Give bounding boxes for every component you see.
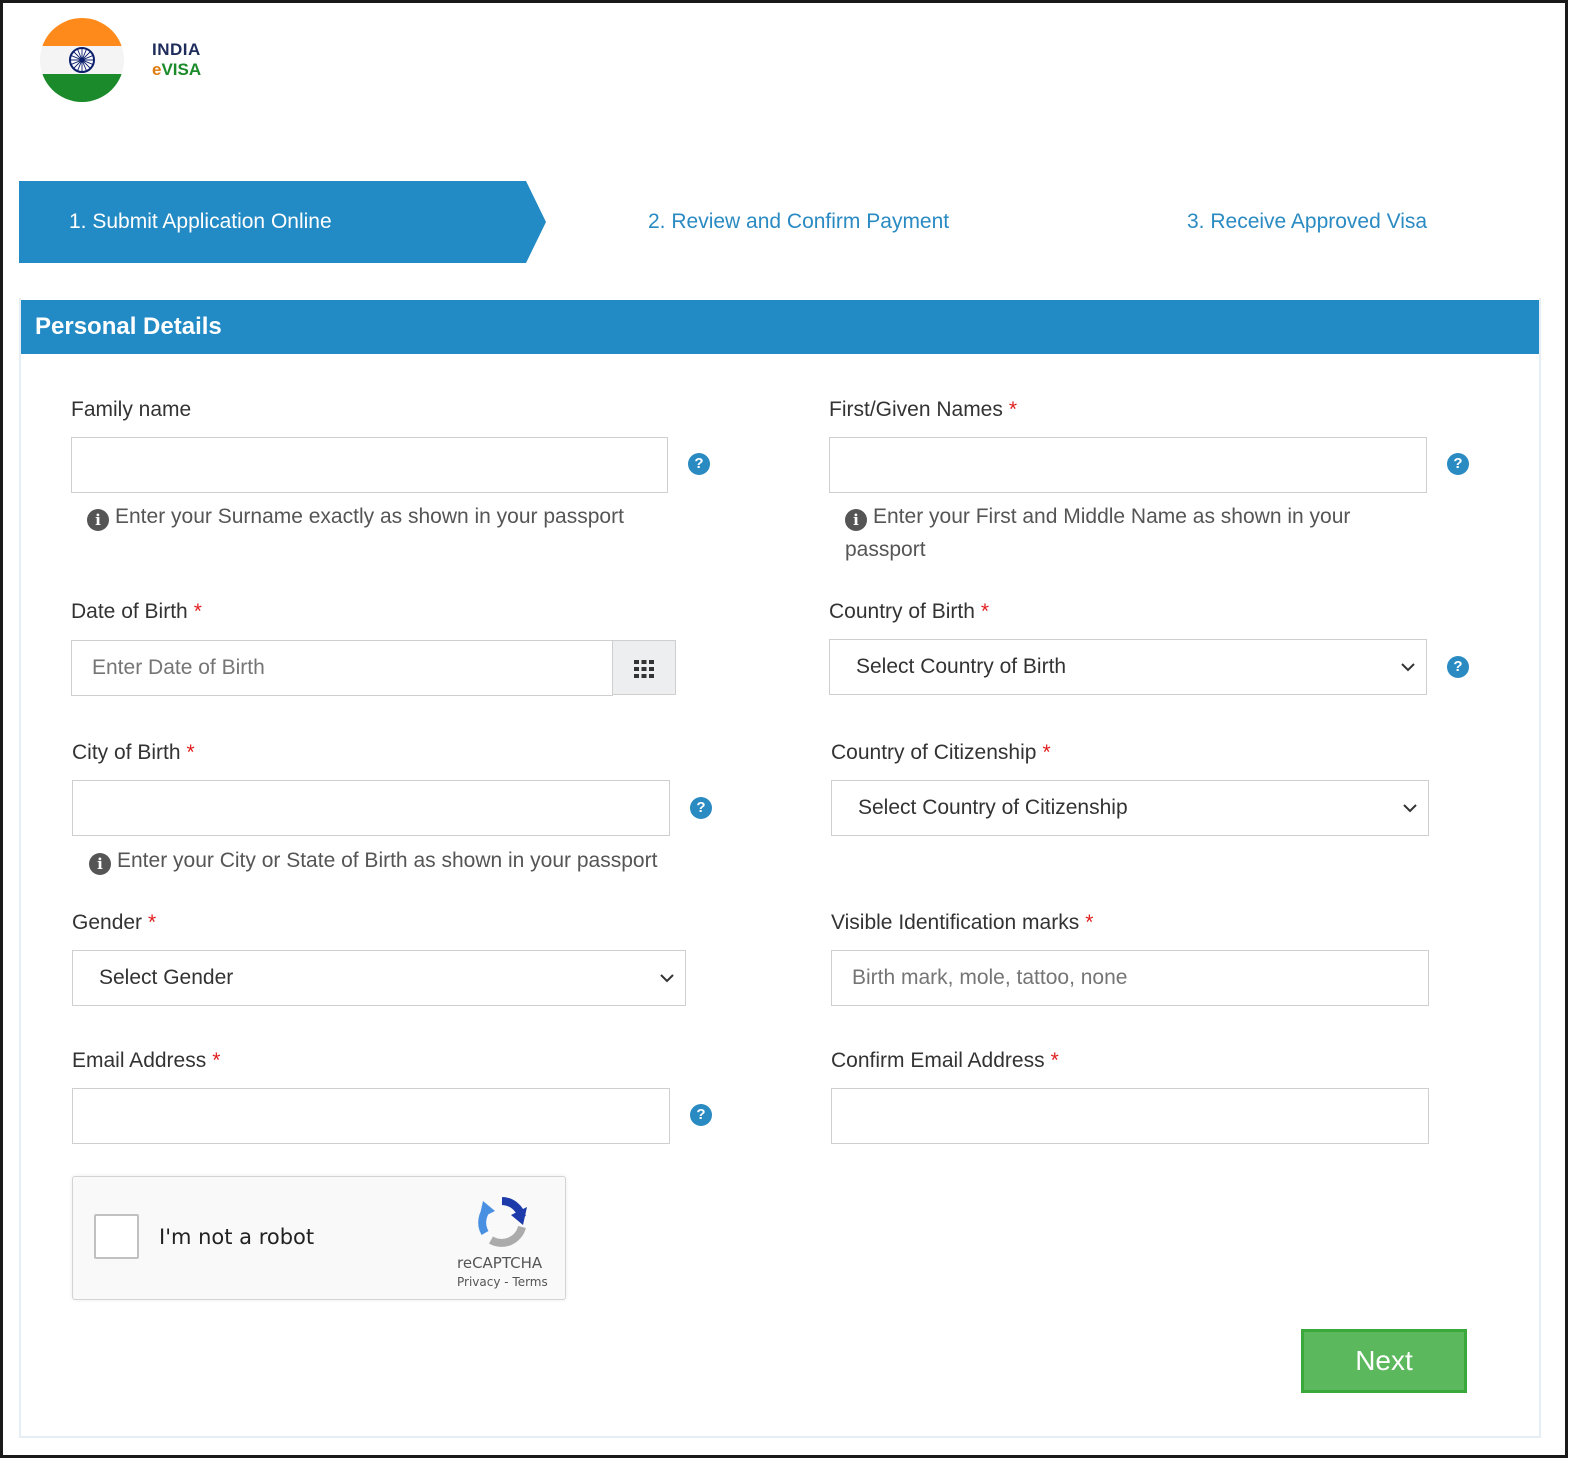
email-label: Email Address * <box>72 1049 221 1072</box>
chevron-down-icon <box>1401 663 1415 672</box>
recaptcha-brand: reCAPTCHA <box>457 1254 543 1272</box>
info-icon: i <box>87 509 109 531</box>
confirm-email-input[interactable] <box>831 1088 1429 1144</box>
confirm-email-label: Confirm Email Address * <box>831 1049 1059 1072</box>
brand-text: INDIA eVISA <box>152 40 201 80</box>
country-birth-help-icon[interactable]: ? <box>1447 656 1469 678</box>
site-logo[interactable]: INDIA eVISA <box>40 18 201 102</box>
country-birth-select[interactable]: Select Country of Birth <box>829 639 1427 695</box>
step-review-payment: 2. Review and Confirm Payment <box>648 210 950 233</box>
progress-steps: 1. Submit Application Online 2. Review a… <box>19 181 1549 263</box>
given-names-label: First/Given Names * <box>829 398 1018 421</box>
citizenship-label: Country of Citizenship * <box>831 741 1051 764</box>
dob-label: Date of Birth * <box>71 600 202 623</box>
recaptcha-icon <box>478 1197 527 1247</box>
given-names-help-icon[interactable]: ? <box>1447 453 1469 475</box>
recaptcha-label: I'm not a robot <box>159 1225 315 1249</box>
info-icon: i <box>845 509 867 531</box>
info-icon: i <box>89 853 111 875</box>
step-active-arrow <box>526 181 546 263</box>
calendar-button[interactable] <box>612 640 676 695</box>
family-name-help-icon[interactable]: ? <box>688 453 710 475</box>
given-names-input[interactable] <box>829 437 1427 493</box>
family-name-label: Family name <box>71 398 192 421</box>
recaptcha-checkbox[interactable] <box>94 1214 139 1259</box>
family-name-input[interactable] <box>71 437 668 493</box>
marks-label: Visible Identification marks * <box>831 911 1094 934</box>
city-birth-label: City of Birth * <box>72 741 195 764</box>
chevron-down-icon <box>660 974 674 983</box>
step-submit-application: 1. Submit Application Online <box>19 181 526 263</box>
gender-select[interactable]: Select Gender <box>72 950 686 1006</box>
dob-input[interactable] <box>71 640 613 696</box>
calendar-grid-icon <box>634 660 654 678</box>
country-birth-label: Country of Birth * <box>829 600 990 623</box>
email-help-icon[interactable]: ? <box>690 1104 712 1126</box>
brand-line2: eVISA <box>152 60 202 79</box>
next-button[interactable]: Next <box>1301 1329 1467 1393</box>
ashoka-chakra-icon <box>69 47 95 73</box>
email-input[interactable] <box>72 1088 670 1144</box>
city-birth-input[interactable] <box>72 780 670 836</box>
section-title: Personal Details <box>21 300 1539 354</box>
gender-label: Gender * <box>72 911 157 934</box>
india-flag-logo <box>40 18 124 102</box>
given-names-hint: i Enter your First and Middle Name as sho… <box>845 505 1351 561</box>
family-name-hint: i Enter your Surname exactly as shown in … <box>87 500 624 533</box>
marks-input[interactable] <box>831 950 1429 1006</box>
recaptcha-links[interactable]: Privacy - Terms <box>457 1275 548 1289</box>
city-birth-help-icon[interactable]: ? <box>690 797 712 819</box>
city-birth-hint: i Enter your City or State of Birth as sh… <box>89 844 657 877</box>
citizenship-select[interactable]: Select Country of Citizenship <box>831 780 1429 836</box>
chevron-down-icon <box>1403 804 1417 813</box>
brand-line1: INDIA <box>152 40 201 59</box>
step-receive-visa: 3. Receive Approved Visa <box>1187 210 1428 233</box>
recaptcha-widget: I'm not a robot reCAPTCHA Privacy - Term… <box>72 1176 566 1300</box>
